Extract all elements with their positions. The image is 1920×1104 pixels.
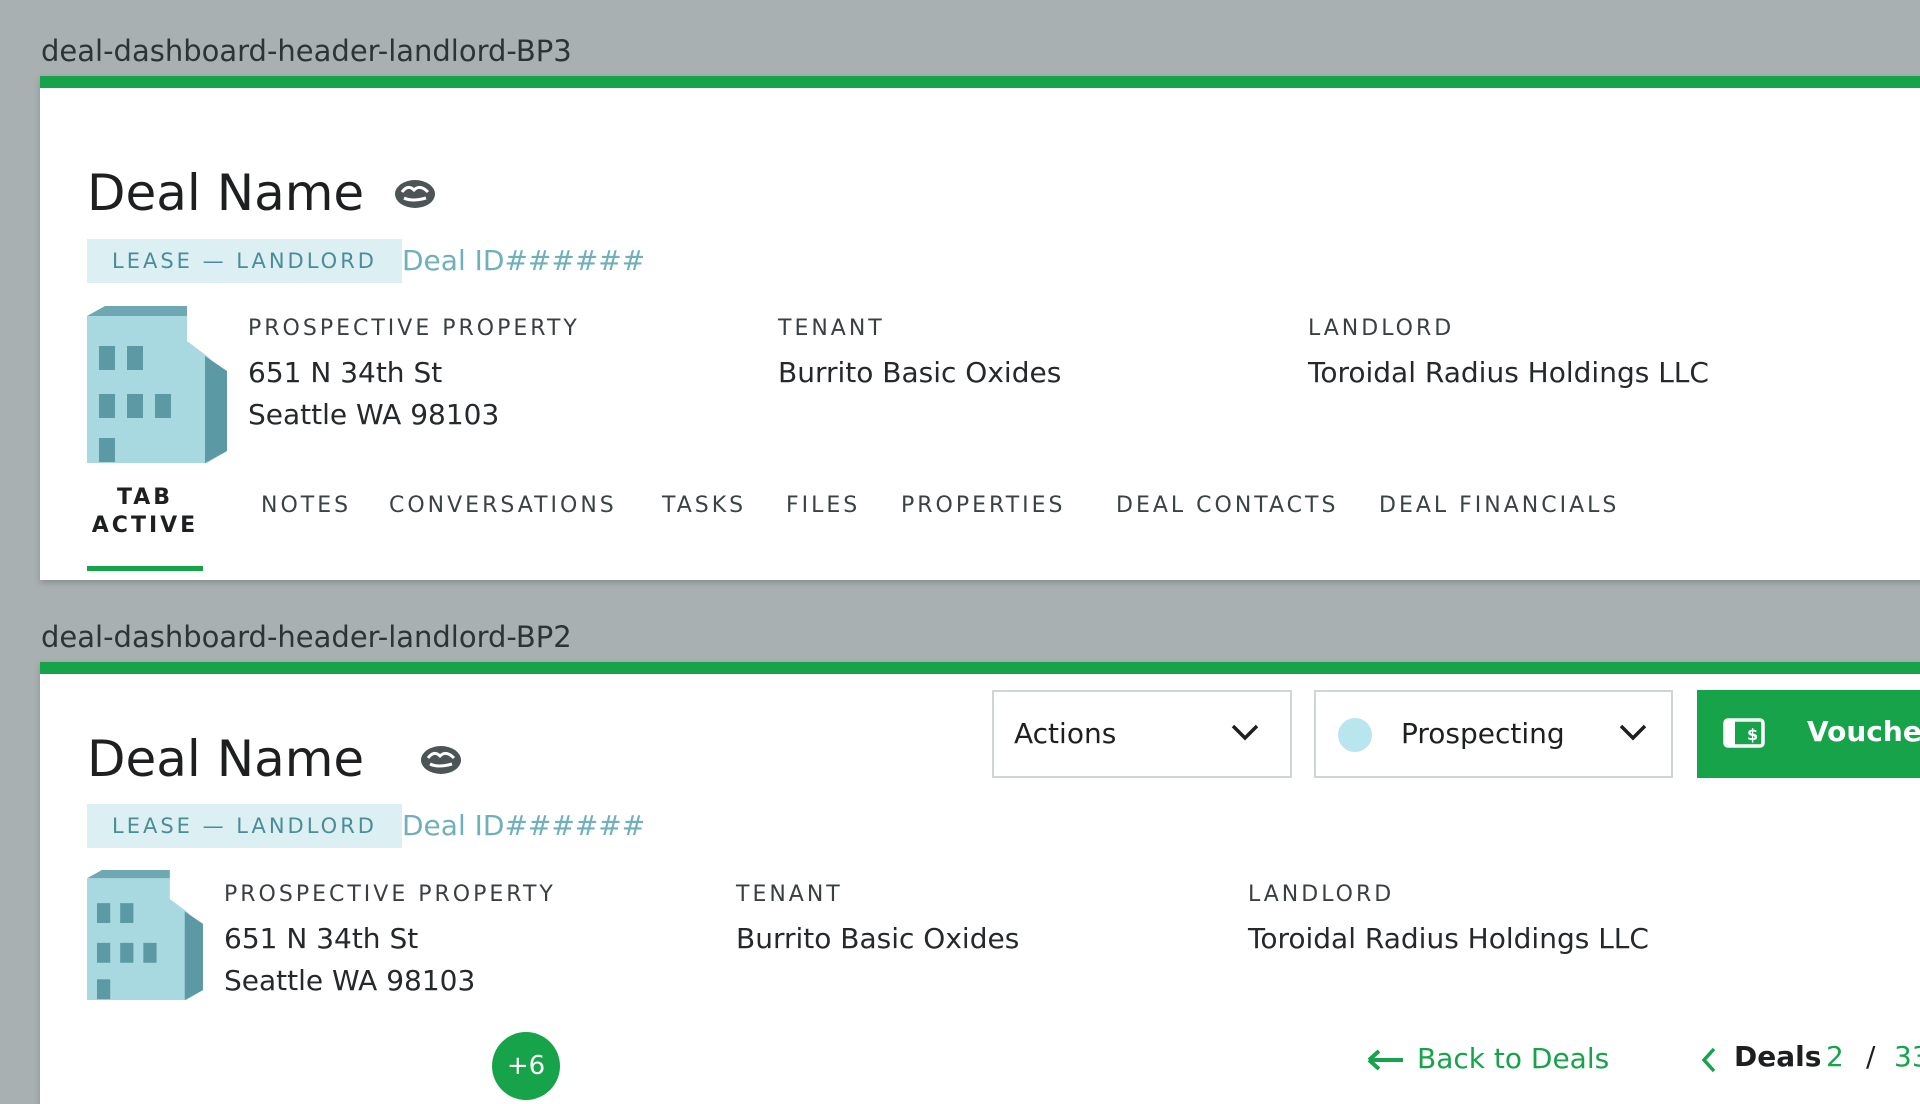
deal-header-card-bp3: Deal Name LEASE — LANDLORD Deal ID######… [40, 76, 1920, 580]
tab-active-line2: ACTIVE [91, 513, 199, 538]
tab-properties[interactable]: PROPERTIES [901, 493, 1066, 518]
tab-tasks[interactable]: TASKS [662, 493, 746, 518]
frame-label-bp2: deal-dashboard-header-landlord-BP2 [41, 620, 572, 654]
deal-type-tag: LEASE — LANDLORD [87, 804, 402, 848]
chevron-down-icon [1231, 724, 1259, 741]
brain-icon[interactable] [418, 742, 464, 778]
landlord-value: Toroidal Radius Holdings LLC [1248, 922, 1649, 955]
tab-active-underline [87, 566, 203, 571]
landlord-label: LANDLORD [1308, 316, 1455, 341]
building-icon [87, 870, 203, 1000]
tenant-value: Burrito Basic Oxides [736, 922, 1020, 955]
landlord-value: Toroidal Radius Holdings LLC [1308, 356, 1709, 389]
back-to-deals-label: Back to Deals [1417, 1042, 1610, 1075]
svg-text:$: $ [1747, 725, 1758, 744]
voucher-icon: $ [1723, 718, 1765, 748]
status-label: Prospecting [1401, 717, 1565, 750]
deal-title: Deal Name [87, 164, 365, 222]
brain-icon[interactable] [392, 176, 438, 212]
pager-total: 33 [1894, 1040, 1920, 1073]
deal-id: Deal ID###### [402, 809, 646, 842]
property-label: PROSPECTIVE PROPERTY [224, 882, 556, 907]
property-label: PROSPECTIVE PROPERTY [248, 316, 580, 341]
tenant-value: Burrito Basic Oxides [778, 356, 1062, 389]
chevron-down-icon [1619, 724, 1647, 741]
property-address-line2: Seattle WA 98103 [224, 964, 476, 997]
deal-id: Deal ID###### [402, 244, 646, 277]
deal-type-tag: LEASE — LANDLORD [87, 239, 402, 283]
actions-dropdown[interactable]: Actions [992, 690, 1292, 778]
property-address-line2: Seattle WA 98103 [248, 398, 500, 431]
tenant-label: TENANT [736, 882, 843, 907]
property-address-line1: 651 N 34th St [224, 922, 419, 955]
tab-files[interactable]: FILES [786, 493, 860, 518]
building-icon [87, 306, 227, 463]
tab-conversations[interactable]: CONVERSATIONS [389, 493, 617, 518]
pager-separator: / [1866, 1040, 1876, 1073]
arrow-left-icon [1367, 1049, 1403, 1071]
tenant-label: TENANT [778, 316, 885, 341]
voucher-button[interactable]: $ Voucher [1697, 690, 1920, 778]
landlord-label: LANDLORD [1248, 882, 1395, 907]
tab-deal-contacts[interactable]: DEAL CONTACTS [1116, 493, 1338, 518]
actions-label: Actions [1014, 717, 1117, 750]
contacts-more-badge[interactable]: +6 [492, 1032, 560, 1100]
status-dropdown[interactable]: Prospecting [1314, 690, 1673, 778]
tab-notes[interactable]: NOTES [261, 493, 351, 518]
status-dot-icon [1338, 718, 1372, 752]
tab-deal-financials[interactable]: DEAL FINANCIALS [1379, 493, 1619, 518]
frame-label-bp3: deal-dashboard-header-landlord-BP3 [41, 34, 572, 68]
voucher-label: Voucher [1807, 715, 1920, 748]
property-address-line1: 651 N 34th St [248, 356, 443, 389]
pager-current: 2 [1826, 1040, 1844, 1073]
tab-active[interactable]: TAB ACTIVE [87, 484, 203, 540]
deal-title: Deal Name [87, 730, 365, 788]
chevron-left-icon[interactable] [1700, 1046, 1718, 1074]
tab-active-line1: TAB [116, 485, 174, 510]
pager-label: Deals [1734, 1040, 1822, 1073]
